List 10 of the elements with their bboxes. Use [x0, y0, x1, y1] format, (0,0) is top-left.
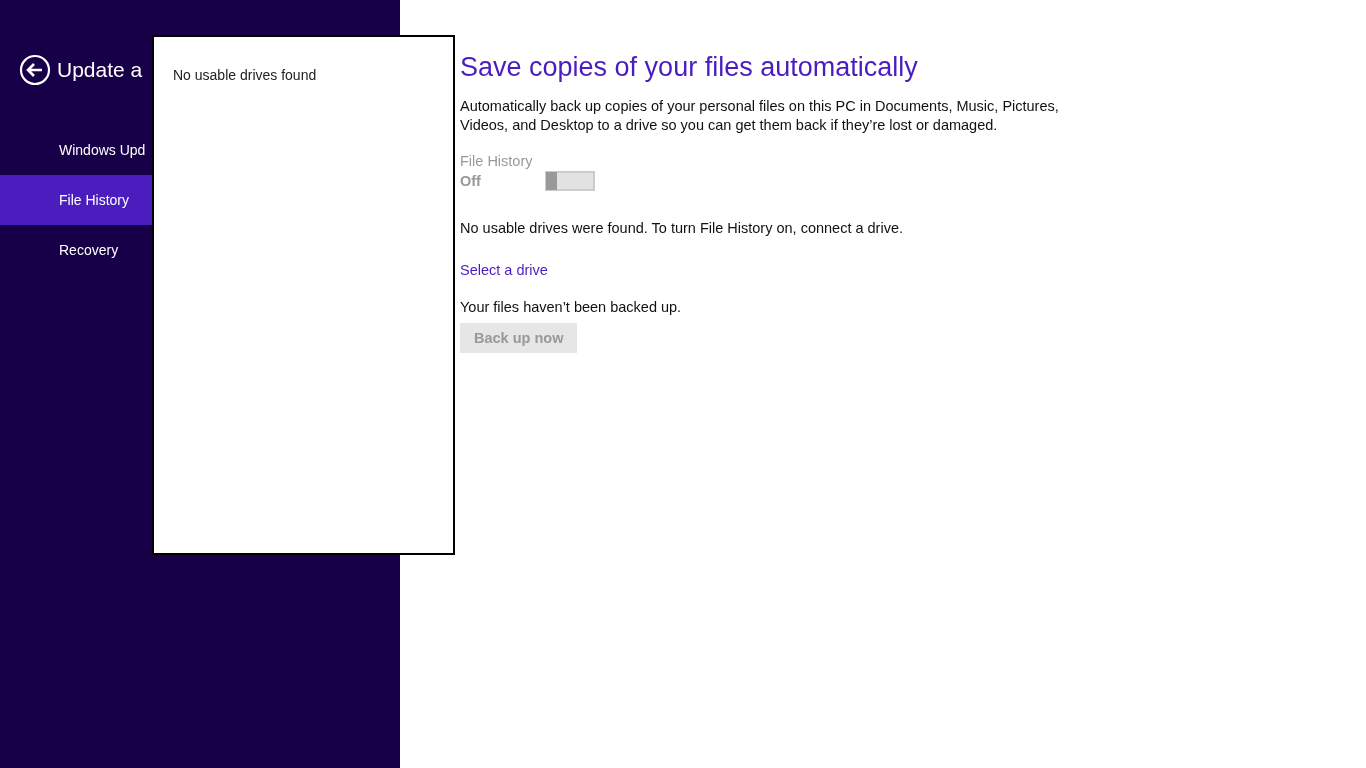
back-icon[interactable]: [19, 54, 51, 86]
description-text: Automatically back up copies of your personal files on this PC in Documents, Music, Pictures, Videos, and Desktop to a drive so you can get them back if they’re lost or damaged.: [460, 97, 1060, 135]
page-title: Update a: [57, 58, 143, 82]
select-drive-link[interactable]: Select a drive: [460, 262, 548, 278]
backup-status-text: Your files haven’t been backed up.: [460, 298, 683, 317]
toggle-label: File History: [460, 153, 533, 169]
toggle-state-text: Off: [460, 173, 482, 189]
status-text: No usable drives were found. To turn File History on, connect a drive.: [460, 219, 904, 238]
section-heading: Save copies of your files automatically: [460, 52, 919, 83]
popup-message: No usable drives found: [173, 67, 317, 83]
